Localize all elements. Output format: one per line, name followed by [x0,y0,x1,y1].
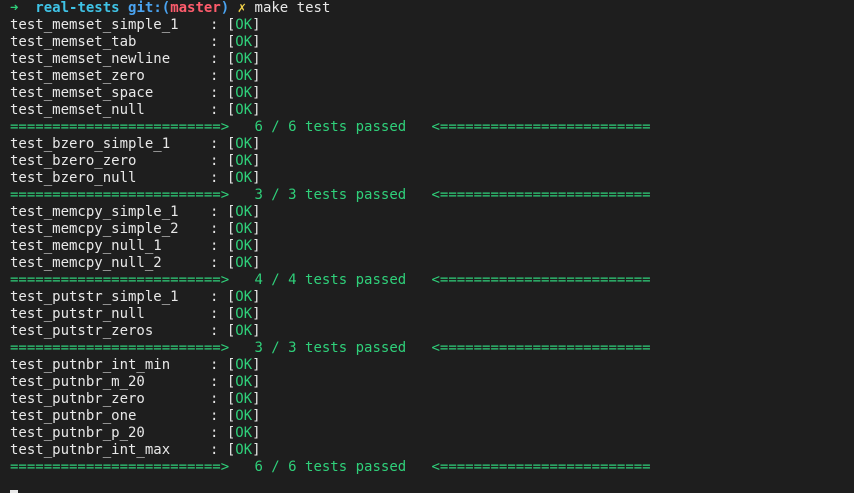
tests-passed-summary: 6 / 6 tests passed [254,459,407,475]
test-status: OK [235,289,253,305]
test-name: test_bzero_null [10,170,137,186]
test-name: test_memcpy_simple_1 [10,204,179,220]
test-status: OK [235,51,253,67]
test-name: test_putnbr_int_min [10,357,171,373]
test-name: test_putnbr_one [10,408,137,424]
test-status: OK [235,17,253,33]
test-name: test_putnbr_zero [10,391,145,407]
test-result-row: test_memset_tab: [OK] [10,34,261,50]
test-status: OK [235,85,253,101]
summary-row: =========================> 3 / 3 tests p… [10,187,854,204]
test-name: test_memset_simple_1 [10,17,179,33]
test-result-row: test_putstr_simple_1: [OK] [10,289,261,305]
test-status: OK [235,68,253,84]
test-result-row: test_putnbr_m_20: [OK] [10,374,261,390]
test-name: test_memcpy_simple_2 [10,221,179,237]
test-result-row: test_memcpy_simple_2: [OK] [10,221,261,237]
prompt-arrow-icon: ➜ [10,0,19,16]
test-name: test_memset_space [10,85,154,101]
test-status: OK [235,357,253,373]
test-result-row: test_memset_zero: [OK] [10,68,261,84]
test-status: OK [235,34,253,50]
terminal-output[interactable]: ➜ real-tests git:(master) ✗ make test te… [10,0,854,493]
test-status: OK [235,374,253,390]
test-result-row: test_memset_space: [OK] [10,85,261,101]
prompt-line: ➜ real-tests git:(master) ✗ make test [10,0,854,17]
test-name: test_memset_newline [10,51,171,67]
test-name: test_memcpy_null_1 [10,238,162,254]
separator-left: =========================> [10,119,230,135]
test-name: test_putnbr_int_max [10,442,171,458]
test-name: test_putstr_zeros [10,323,154,339]
test-status: OK [235,136,253,152]
test-result-row: test_memset_simple_1: [OK] [10,17,261,33]
next-prompt-line[interactable] [10,476,854,493]
test-status: OK [235,238,253,254]
prompt-git-close: ) [220,0,230,16]
test-name: test_putnbr_m_20 [10,374,145,390]
test-result-row: test_memset_null: [OK] [10,102,261,118]
summary-row: =========================> 6 / 6 tests p… [10,459,854,476]
separator-left: =========================> [10,340,230,356]
separator-left: =========================> [10,459,230,475]
test-results: test_memset_simple_1: [OK] test_memset_ta… [10,17,854,476]
test-status: OK [235,204,253,220]
test-status: OK [235,153,253,169]
test-result-row: test_bzero_simple_1: [OK] [10,136,261,152]
test-result-row: test_memcpy_null_1: [OK] [10,238,261,254]
test-name: test_memset_null [10,102,145,118]
test-status: OK [235,323,253,339]
test-status: OK [235,408,253,424]
test-status: OK [235,102,253,118]
tests-passed-summary: 3 / 3 tests passed [254,187,407,203]
test-status: OK [235,170,253,186]
separator-right: <========================= [431,459,651,475]
test-result-row: test_memset_newline: [OK] [10,51,261,67]
prompt-git-label: git:( [128,0,171,16]
test-name: test_bzero_simple_1 [10,136,171,152]
test-result-row: test_putnbr_int_min: [OK] [10,357,261,373]
test-status: OK [235,391,253,407]
test-name: test_putstr_null [10,306,145,322]
test-result-row: test_putnbr_p_20: [OK] [10,425,261,441]
test-result-row: test_memcpy_null_2: [OK] [10,255,261,271]
test-name: test_memcpy_null_2 [10,255,162,271]
test-name: test_putnbr_p_20 [10,425,145,441]
separator-left: =========================> [10,272,230,288]
separator-right: <========================= [431,272,651,288]
test-status: OK [235,221,253,237]
test-status: OK [235,425,253,441]
separator-left: =========================> [10,187,230,203]
tests-passed-summary: 3 / 3 tests passed [254,340,407,356]
test-name: test_memset_tab [10,34,137,50]
test-result-row: test_memcpy_simple_1: [OK] [10,204,261,220]
summary-row: =========================> 4 / 4 tests p… [10,272,854,289]
test-name: test_bzero_zero [10,153,137,169]
tests-passed-summary: 4 / 4 tests passed [254,272,407,288]
test-result-row: test_putnbr_int_max: [OK] [10,442,261,458]
separator-right: <========================= [431,340,651,356]
test-result-row: test_putnbr_zero: [OK] [10,391,261,407]
tests-passed-summary: 6 / 6 tests passed [254,119,407,135]
test-status: OK [235,255,253,271]
test-result-row: test_putstr_null: [OK] [10,306,261,322]
test-status: OK [235,306,253,322]
test-result-row: test_putstr_zeros: [OK] [10,323,261,339]
separator-right: <========================= [431,119,651,135]
test-result-row: test_putnbr_one: [OK] [10,408,261,424]
test-result-row: test_bzero_zero: [OK] [10,153,261,169]
separator-right: <========================= [431,187,651,203]
prompt-directory: real-tests [35,0,120,16]
test-status: OK [235,442,253,458]
test-result-row: test_bzero_null: [OK] [10,170,261,186]
summary-row: =========================> 6 / 6 tests p… [10,119,854,136]
summary-row: =========================> 3 / 3 tests p… [10,340,854,357]
test-name: test_memset_zero [10,68,145,84]
prompt-dirty-icon: ✗ [237,0,247,16]
prompt-command: make test [254,0,331,16]
test-name: test_putstr_simple_1 [10,289,179,305]
prompt-branch: master [170,0,221,16]
